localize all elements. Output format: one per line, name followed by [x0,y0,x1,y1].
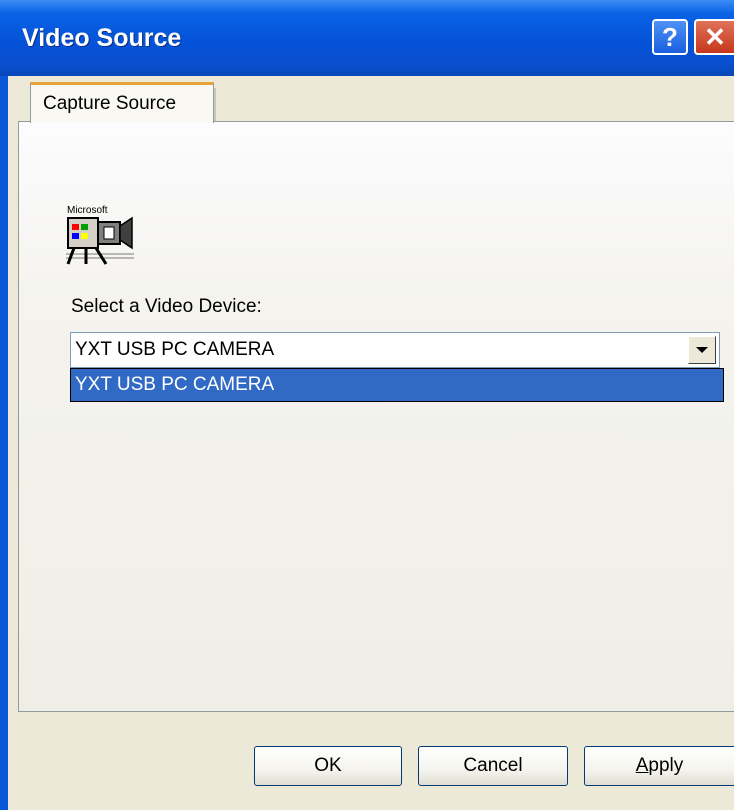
ok-button-label: OK [314,755,342,776]
dialog-client-area: Capture Source Microsoft Select a Video … [8,76,734,810]
tab-capture-source[interactable]: Capture Source [30,82,214,123]
ok-button[interactable]: OK [254,746,402,786]
dropdown-option-yxt-usb-pc-camera[interactable]: YXT USB PC CAMERA [75,374,274,396]
dropdown-arrow-button[interactable] [688,336,716,364]
title-bar[interactable]: Video Source ? ✕ [0,0,734,76]
capture-source-panel: Microsoft Select a Video Device: YXT USB… [18,121,734,712]
help-icon: ? [662,21,678,52]
close-button[interactable]: ✕ [694,19,734,55]
chevron-down-icon [696,347,708,353]
close-icon: ✕ [704,21,726,52]
apply-label-rest: pply [648,755,684,776]
window-title: Video Source [22,24,182,52]
cancel-button-label: Cancel [463,755,523,776]
apply-button[interactable]: Apply [584,746,734,786]
apply-button-label: Apply [636,755,684,777]
apply-mnemonic: A [635,755,649,776]
cancel-button[interactable]: Cancel [418,746,568,786]
video-device-select[interactable]: YXT USB PC CAMERA [70,332,720,368]
logo-text: Microsoft [67,205,108,216]
help-button[interactable]: ? [652,19,688,55]
video-camera-icon: Microsoft [66,205,134,265]
tab-label: Capture Source [43,93,177,114]
video-device-select-value: YXT USB PC CAMERA [75,339,275,360]
video-source-dialog: Video Source ? ✕ Capture Source Microsof… [0,0,734,810]
video-device-dropdown-list: YXT USB PC CAMERA [70,368,724,402]
video-device-label: Select a Video Device: [71,296,262,317]
